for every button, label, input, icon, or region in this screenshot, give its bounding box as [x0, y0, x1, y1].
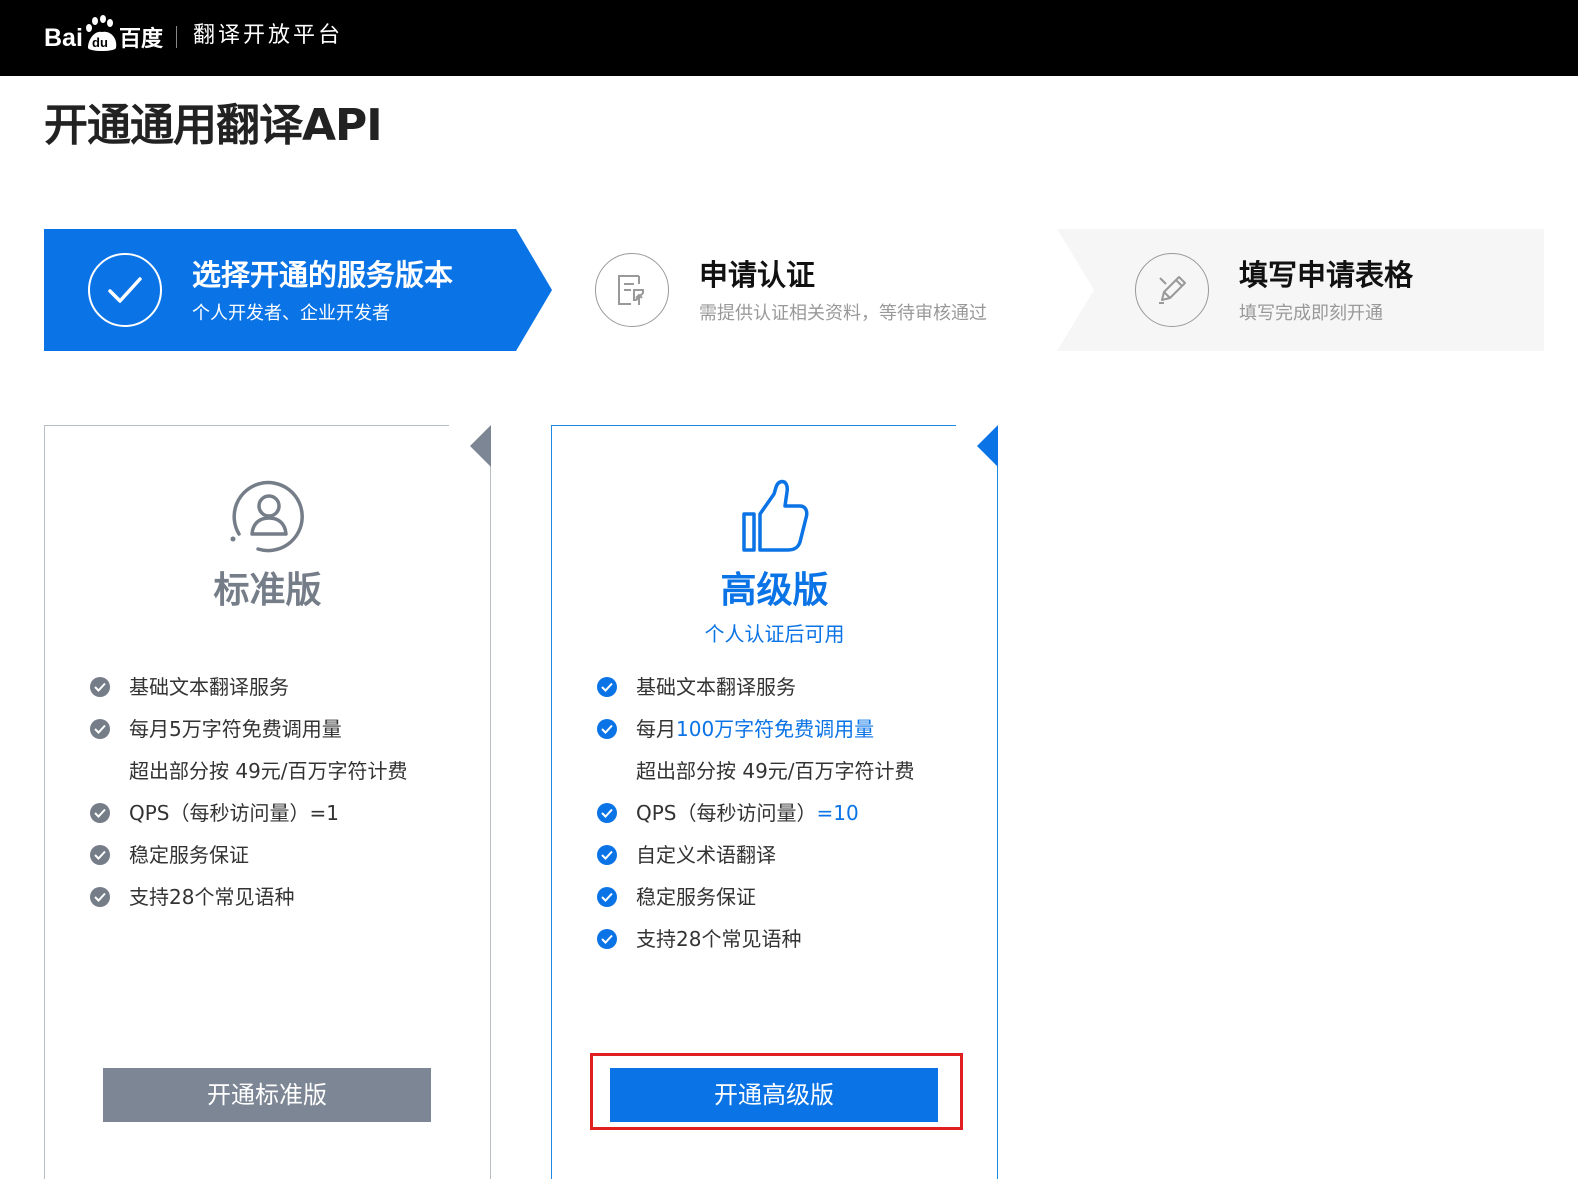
- top-navigation-bar: Bai du 百度 翻译开放平台: [0, 0, 1578, 76]
- feature-item: 每月5万字符免费调用量: [90, 712, 408, 754]
- step-fill-form: 填写申请表格 填写完成即刻开通: [44, 229, 1544, 351]
- feature-text: 超出部分按 49元/百万字符计费: [129, 759, 408, 783]
- feature-item: QPS（每秒访问量）=10: [597, 796, 915, 838]
- feature-list: 基础文本翻译服务 每月100万字符免费调用量 超出部分按 49元/百万字符计费 …: [597, 670, 915, 964]
- step-title: 填写申请表格: [1239, 258, 1414, 292]
- feature-text: 超出部分按 49元/百万字符计费: [636, 759, 915, 783]
- user-icon: [230, 480, 304, 553]
- feature-item: 每月100万字符免费调用量: [597, 712, 915, 754]
- feature-text: 基础文本翻译服务: [129, 675, 289, 699]
- feature-quota: 5万字符免费调用量: [169, 717, 342, 741]
- step-circle: [1135, 253, 1209, 327]
- annotation-highlight-box: [590, 1053, 963, 1130]
- check-circle-icon: [597, 887, 617, 907]
- plan-name: 高级版: [720, 570, 829, 611]
- feature-item: 稳定服务保证: [597, 880, 915, 922]
- plan-card-standard: 标准版 基础文本翻译服务 每月5万字符免费调用量 超出部分按 49元/百万字符计…: [44, 425, 491, 1179]
- feature-item: 基础文本翻译服务: [90, 670, 408, 712]
- feature-text: 基础文本翻译服务: [636, 675, 796, 699]
- pencil-icon: [1159, 276, 1186, 304]
- feature-text: 支持28个常见语种: [129, 885, 295, 909]
- feature-item: 支持28个常见语种: [597, 922, 915, 964]
- baidu-paw-logo-icon: Bai du 百度: [44, 15, 164, 52]
- feature-qps-value: =10: [816, 801, 859, 825]
- check-circle-icon: [597, 845, 617, 865]
- check-circle-icon: [597, 677, 617, 697]
- feature-item: 支持28个常见语种: [90, 880, 408, 922]
- feature-item: 稳定服务保证: [90, 838, 408, 880]
- header-divider: [176, 26, 177, 48]
- feature-text: QPS（每秒访问量）: [636, 801, 817, 825]
- svg-text:Bai: Bai: [44, 24, 83, 52]
- check-circle-icon: [597, 929, 617, 949]
- feature-item-extra: 超出部分按 49元/百万字符计费: [90, 754, 408, 796]
- feature-text: 每月: [129, 717, 169, 741]
- thumbs-up-icon: [741, 479, 808, 552]
- check-circle-icon: [90, 803, 110, 823]
- progress-steps: 选择开通的服务版本 个人开发者、企业开发者 申请认证 需提供认证相关资料，等待审…: [44, 229, 1544, 351]
- plan-name: 标准版: [213, 570, 322, 611]
- check-circle-icon: [597, 719, 617, 739]
- feature-item-extra: 超出部分按 49元/百万字符计费: [597, 754, 915, 796]
- svg-text:百度: 百度: [119, 26, 164, 52]
- feature-item: QPS（每秒访问量）=1: [90, 796, 408, 838]
- card-corner-cut: [449, 425, 491, 467]
- check-circle-icon: [90, 719, 110, 739]
- activate-standard-button[interactable]: 开通标准版: [103, 1068, 431, 1122]
- step-subtitle: 填写完成即刻开通: [1239, 303, 1383, 324]
- feature-quota: 100万字符免费调用量: [676, 717, 875, 741]
- svg-text:du: du: [92, 35, 108, 50]
- check-circle-icon: [90, 845, 110, 865]
- feature-list: 基础文本翻译服务 每月5万字符免费调用量 超出部分按 49元/百万字符计费 QP…: [90, 670, 408, 922]
- feature-text: 支持28个常见语种: [636, 927, 802, 951]
- feature-text: 稳定服务保证: [636, 885, 756, 909]
- feature-qps-value: =1: [309, 801, 339, 825]
- plan-availability-note: 个人认证后可用: [704, 622, 845, 646]
- feature-item: 基础文本翻译服务: [597, 670, 915, 712]
- feature-item: 自定义术语翻译: [597, 838, 915, 880]
- check-circle-icon: [90, 887, 110, 907]
- feature-text: 每月: [636, 717, 676, 741]
- feature-text: 稳定服务保证: [129, 843, 249, 867]
- baidu-logo[interactable]: Bai du 百度: [44, 14, 166, 58]
- feature-text: 自定义术语翻译: [636, 843, 776, 867]
- feature-text: QPS（每秒访问量）: [129, 801, 310, 825]
- page-title: 开通通用翻译API: [44, 100, 383, 151]
- platform-name[interactable]: 翻译开放平台: [193, 20, 343, 52]
- check-circle-icon: [597, 803, 617, 823]
- card-corner-cut: [956, 425, 998, 467]
- check-circle-icon: [90, 677, 110, 697]
